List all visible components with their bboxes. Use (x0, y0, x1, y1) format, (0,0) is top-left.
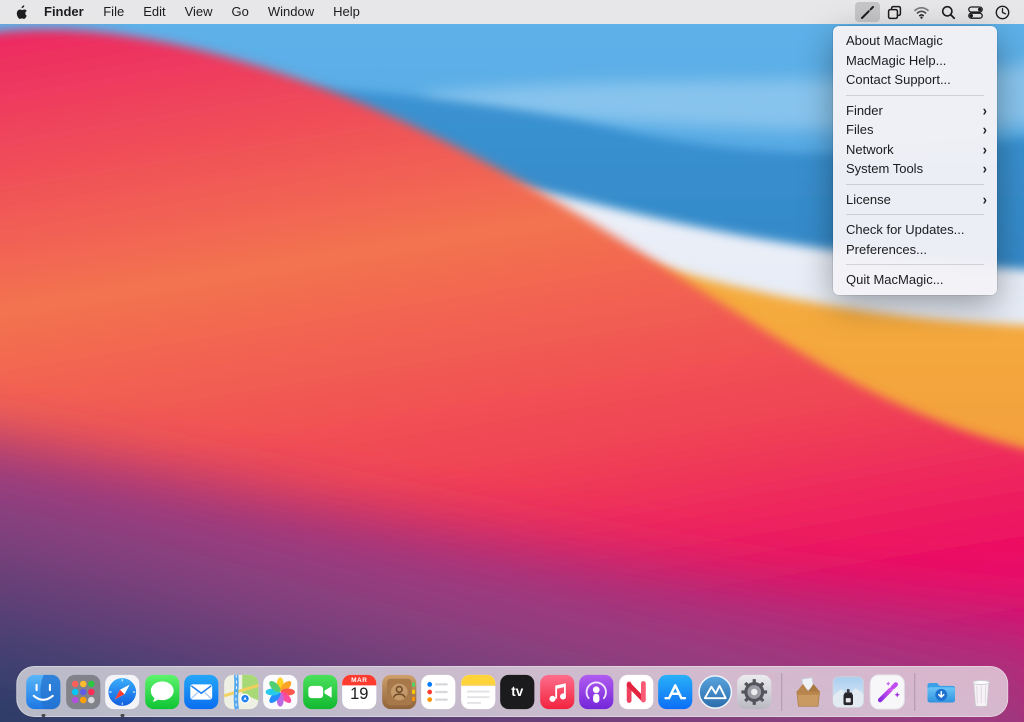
status-icons (854, 0, 1024, 24)
menu-divider (846, 214, 984, 215)
menu-help[interactable]: Help (324, 0, 370, 24)
menu-item-about-macmagic[interactable]: About MacMagic (833, 31, 997, 51)
menu-item-label: Check for Updates... (846, 220, 987, 240)
dock-icon-ink-image-app[interactable] (829, 673, 867, 718)
menu-item-label: System Tools (846, 159, 983, 179)
dock-icon-launchpad[interactable] (64, 673, 102, 718)
magic-wand-icon[interactable] (854, 0, 881, 24)
menu-item-label: MacMagic Help... (846, 51, 987, 71)
menu-window[interactable]: Window (258, 0, 323, 24)
dock-icon-apple-tv[interactable]: tv (498, 673, 536, 718)
menu-item-preferences[interactable]: Preferences... (833, 240, 997, 260)
submenu-chevron-icon: › (983, 188, 987, 210)
menu-divider (846, 184, 984, 185)
menu-item-label: Preferences... (846, 240, 987, 260)
dock-icon-app-store[interactable] (656, 673, 694, 718)
running-indicator-dot (42, 714, 46, 718)
menu-edit[interactable]: Edit (134, 0, 175, 24)
menu-item-label: Contact Support... (846, 70, 987, 90)
search-icon[interactable] (935, 0, 962, 24)
dock-icon-mail[interactable] (182, 673, 220, 718)
menu-item-network[interactable]: Network› (833, 140, 997, 160)
menu-item-label: Files (846, 120, 983, 140)
dock-icon-archive-box-app[interactable] (789, 673, 827, 718)
dock-icon-trash[interactable] (962, 673, 1000, 718)
dock-divider (914, 673, 915, 711)
dock-icon-music[interactable] (538, 673, 576, 718)
menu-item-label: License (846, 190, 983, 210)
submenu-chevron-icon: › (983, 158, 987, 180)
menu-item-check-for-updates[interactable]: Check for Updates... (833, 220, 997, 240)
dock-icon-calendar[interactable]: MAR19 (340, 673, 378, 718)
control-center-icon[interactable] (962, 0, 989, 24)
dock-icon-news[interactable] (617, 673, 655, 718)
dock-icon-macmagic-wand-app[interactable] (868, 673, 906, 718)
dropdown-menu: About MacMagicMacMagic Help...Contact Su… (833, 26, 997, 295)
dock-icon-podcasts[interactable] (577, 673, 615, 718)
dock-icon-maps[interactable] (222, 673, 260, 718)
dock-icon-contacts[interactable] (380, 673, 418, 718)
dock-icon-finder[interactable] (24, 673, 62, 718)
desktop: FinderFileEditViewGoWindowHelp About Mac… (0, 0, 1024, 722)
dock-icon-mountain-app[interactable] (696, 673, 734, 718)
dock-divider (781, 673, 782, 711)
menu-item-label: Network (846, 140, 983, 160)
menu-item-finder[interactable]: Finder› (833, 101, 997, 121)
dock-icon-facetime[interactable] (301, 673, 339, 718)
dock-icon-downloads-folder[interactable] (922, 673, 960, 718)
dock-icon-notes[interactable] (459, 673, 497, 718)
menu-item-files[interactable]: Files› (833, 120, 997, 140)
wifi-icon[interactable] (908, 0, 935, 24)
menu-go[interactable]: Go (222, 0, 258, 24)
menu-item-label: Quit MacMagic... (846, 270, 987, 290)
menu-item-label: Finder (846, 101, 983, 121)
menu-list: FinderFileEditViewGoWindowHelp (34, 0, 369, 24)
stacked-windows-icon[interactable] (881, 0, 908, 24)
clock-icon[interactable] (989, 0, 1016, 24)
dock-icon-photos[interactable] (261, 673, 299, 718)
menu-bar: FinderFileEditViewGoWindowHelp (0, 0, 1024, 24)
menu-item-license[interactable]: License› (833, 190, 997, 210)
apple-menu[interactable] (0, 4, 34, 20)
dock-icon-reminders[interactable] (419, 673, 457, 718)
menu-divider (846, 264, 984, 265)
running-indicator-dot (121, 714, 125, 718)
dock: MAR19 tv (16, 666, 1008, 717)
dock-icon-system-preferences[interactable] (735, 673, 773, 718)
menu-item-label: About MacMagic (846, 31, 987, 51)
menu-file[interactable]: File (94, 0, 134, 24)
apple-logo-icon (15, 4, 28, 20)
menu-view[interactable]: View (175, 0, 222, 24)
menu-item-macmagic-help[interactable]: MacMagic Help... (833, 51, 997, 71)
menu-item-system-tools[interactable]: System Tools› (833, 159, 997, 179)
dock-icon-safari[interactable] (103, 673, 141, 718)
menu-finder[interactable]: Finder (34, 0, 94, 24)
menu-bar-left: FinderFileEditViewGoWindowHelp (0, 0, 369, 24)
menu-divider (846, 95, 984, 96)
menu-item-contact-support[interactable]: Contact Support... (833, 70, 997, 90)
dock-icon-messages[interactable] (143, 673, 181, 718)
menu-item-quit-macmagic[interactable]: Quit MacMagic... (833, 270, 997, 290)
